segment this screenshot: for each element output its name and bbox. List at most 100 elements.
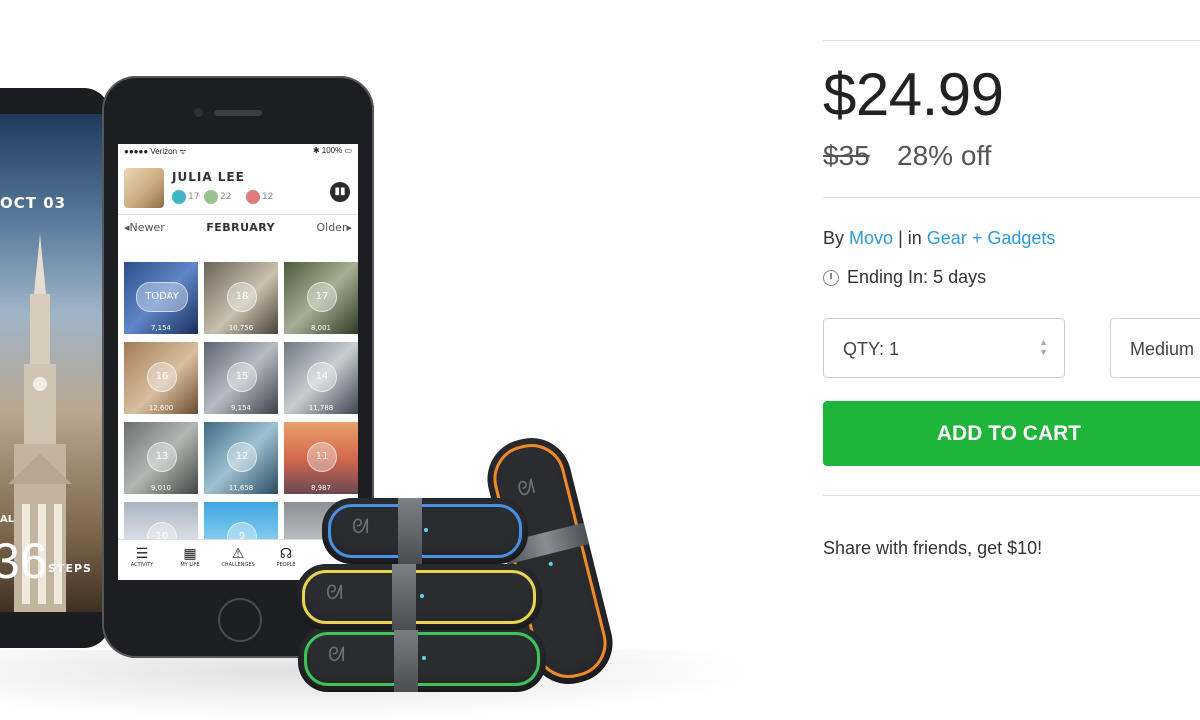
app-tab: ▦ MY LIFE — [166, 540, 214, 580]
day-tile-steps: 9,154 — [230, 404, 252, 412]
add-to-cart-button[interactable]: ADD TO CART — [823, 401, 1200, 466]
day-tile: TODAY 7,154 — [124, 262, 198, 334]
status-bar: ●●●●● Verizon ᯤ ✱ 100% ▭ — [118, 144, 358, 160]
day-tile: 16 12,600 — [124, 342, 198, 414]
day-tile-steps: 11,788 — [308, 404, 334, 412]
stat-steps-icon — [172, 190, 186, 204]
wristband-yellow: ᘛ — [296, 564, 542, 630]
avatar — [124, 168, 164, 208]
divider-cart — [823, 495, 1200, 496]
month-nav: ◂Newer FEBRUARY Older▸ — [118, 214, 358, 239]
divider-top — [823, 40, 1200, 41]
byline-prefix: By — [823, 228, 845, 248]
app-tab-icon: ☊ — [279, 546, 293, 562]
day-tile-steps: 8,001 — [310, 324, 332, 332]
stat-friends: 22 — [204, 190, 231, 204]
wristband-blue-buckle — [398, 498, 422, 564]
wristband-green-buckle — [394, 626, 418, 692]
share-promo[interactable]: Share with friends, get $10! — [823, 538, 1042, 559]
lock-screen-steps-label: STEPS — [48, 562, 92, 575]
camera-icon — [194, 108, 203, 117]
day-tile: 11 8,987 — [284, 422, 358, 494]
home-button — [218, 598, 262, 642]
app-tab-icon: ▦ — [183, 546, 197, 562]
lock-screen-al: AL — [0, 514, 15, 525]
day-tile: 15 9,154 — [204, 342, 278, 414]
day-tile-steps: 7,154 — [150, 324, 172, 332]
app-tab-label: ACTIVITY — [130, 562, 154, 568]
day-tile-label: 12 — [227, 442, 257, 472]
day-tile-steps: 8,987 — [310, 484, 332, 492]
ending-label: Ending In: 5 days — [847, 267, 987, 287]
original-price: $35 — [823, 140, 870, 171]
app-tab-label: MY LIFE — [180, 562, 200, 568]
movo-logo-icon: ᘛ — [352, 514, 370, 538]
stat-challenges: 12 — [246, 190, 273, 204]
stat-friends-value: 22 — [220, 192, 232, 202]
app-tab-label: CHALLENGES — [221, 562, 255, 568]
day-tile: 14 11,788 — [284, 342, 358, 414]
back-phone: OCT 03 AL 36 STEPS — [0, 88, 110, 648]
battery-label: ✱ 100% ▭ — [312, 146, 352, 155]
day-tile-steps: 11,658 — [228, 484, 254, 492]
size-select[interactable]: Medium — [1110, 318, 1200, 378]
movo-logo-icon: ᘛ — [326, 580, 344, 604]
app-tab-icon: ☰ — [135, 546, 149, 562]
day-tile-steps: 12,600 — [148, 404, 174, 412]
category-link[interactable]: Gear + Gadgets — [927, 228, 1056, 248]
day-tile-label: 11 — [307, 442, 337, 472]
lock-screen: OCT 03 AL 36 STEPS — [0, 114, 102, 612]
stepper-arrows-icon[interactable]: ▲ ▼ — [1039, 337, 1048, 357]
stat-steps: 17 — [172, 190, 199, 204]
wristband-led — [420, 594, 424, 598]
day-tile-label: 18 — [227, 282, 257, 312]
wristband-green: ᘛ — [298, 626, 546, 692]
movo-logo-icon: ᘛ — [328, 642, 346, 666]
lock-screen-date: OCT 03 — [0, 194, 67, 212]
quantity-select[interactable]: QTY: 1 ▲ ▼ — [823, 318, 1065, 378]
wristband-led — [424, 528, 428, 532]
carrier-label: ●●●●● Verizon ᯤ — [124, 147, 187, 156]
user-name: JULIA LEE — [172, 170, 245, 184]
day-tile: 12 11,658 — [204, 422, 278, 494]
stat-challenges-value: 12 — [262, 192, 274, 202]
newer-link: ◂Newer — [124, 220, 165, 234]
app-tab: ⚠ CHALLENGES — [214, 540, 262, 580]
quantity-label: QTY: 1 — [843, 339, 900, 359]
day-tile-label: 15 — [227, 362, 257, 392]
divider-price — [823, 197, 1200, 198]
product-image: OCT 03 AL 36 STEPS ●●●●● Verizon ᯤ ✱ 100… — [0, 0, 760, 720]
app-tab: ☰ ACTIVITY — [118, 540, 166, 580]
stat-friends-icon — [204, 190, 218, 204]
day-tile-label: 16 — [147, 362, 177, 392]
size-value: Medium — [1130, 339, 1195, 359]
day-tile-label: 13 — [147, 442, 177, 472]
byline-in: in — [907, 228, 922, 248]
day-tile: 18 10,756 — [204, 262, 278, 334]
day-tile-label: 17 — [307, 282, 337, 312]
older-link: Older▸ — [316, 220, 352, 234]
day-tile-label: 14 — [307, 362, 337, 392]
wristband-blue: ᘛ — [322, 498, 528, 564]
wristband-yellow-buckle — [392, 564, 416, 630]
day-tile: 13 9,010 — [124, 422, 198, 494]
month-title: FEBRUARY — [206, 220, 276, 234]
day-tile-steps: 10,756 — [228, 324, 254, 332]
day-tile-steps: 9,010 — [150, 484, 172, 492]
purchase-panel: $24.99 $35 28% off By Movo | in Gear + G… — [823, 0, 1200, 720]
profile-row: JULIA LEE 17 22 12 ▮▮ — [118, 160, 358, 214]
lock-screen-steps-number: 36 — [0, 533, 48, 589]
sale-price: $24.99 — [823, 61, 1004, 128]
byline-separator: | — [898, 228, 903, 248]
stat-steps-value: 17 — [188, 192, 200, 202]
clock-icon — [823, 269, 839, 286]
ending-row: Ending In: 5 days — [823, 267, 986, 288]
day-tile: 17 8,001 — [284, 262, 358, 334]
vendor-link[interactable]: Movo — [849, 228, 893, 248]
discount-label: 28% off — [897, 140, 992, 171]
day-tile-label: TODAY — [136, 282, 188, 312]
stat-challenges-icon — [246, 190, 260, 204]
bar-chart-icon: ▮▮ — [330, 182, 350, 202]
app-tab-icon: ⚠ — [231, 546, 245, 562]
app-tab-label: PEOPLE — [276, 562, 296, 568]
